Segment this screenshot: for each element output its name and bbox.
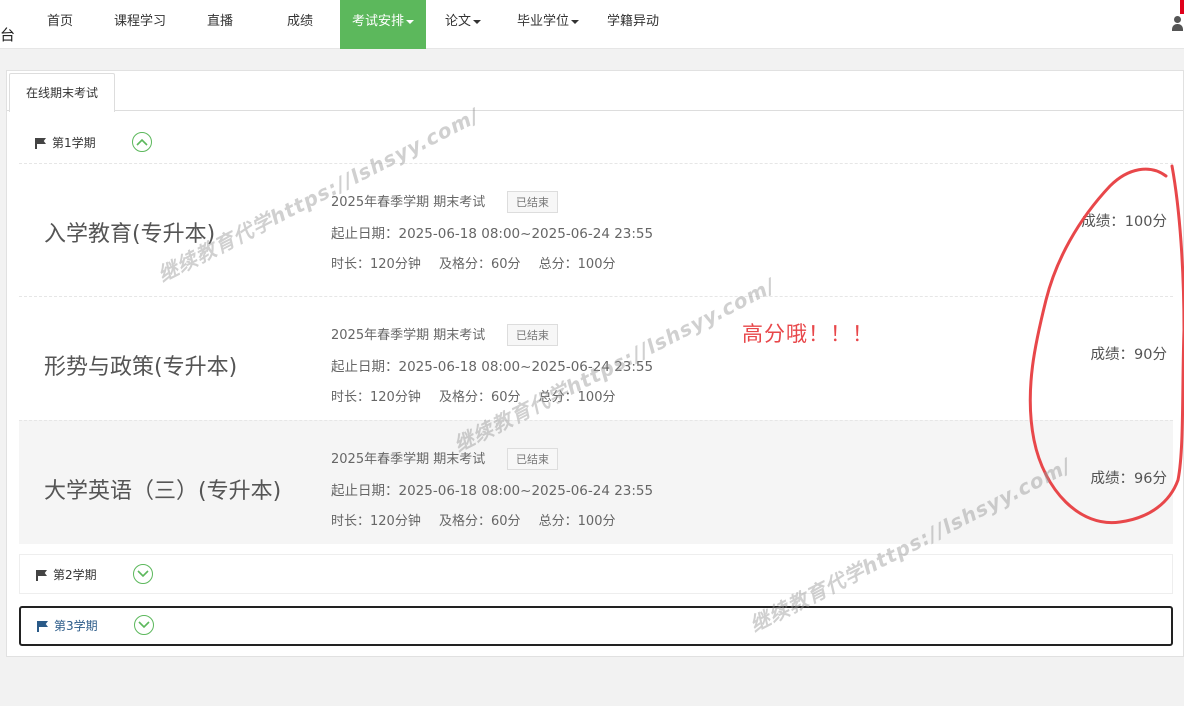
annotation-text: 高分哦！！！ (742, 322, 874, 346)
status-badge: 已结束 (507, 191, 558, 213)
top-nav: 台 首页 课程学习 直播 成绩 考试安排 论文 毕业学位 学籍异动 (0, 0, 1184, 49)
red-circle-annotation (1028, 164, 1184, 525)
chevron-down-circle-icon[interactable] (134, 615, 154, 635)
status-badge: 已结束 (507, 324, 558, 346)
chevron-down-circle-icon[interactable] (133, 564, 153, 584)
exam-total-score: 总分：100分 (538, 390, 616, 405)
exam-title: 2025年春季学期 期末考试 (331, 195, 486, 210)
caret-down-icon (406, 19, 414, 24)
exam-total-score: 总分：100分 (538, 514, 616, 529)
exam-title: 2025年春季学期 期末考试 (331, 328, 486, 343)
caret-down-icon (473, 19, 481, 24)
term-1-section: 第1学期 入学教育(专升本) 2025年春季学期 期末考试 已结束 起止日期：2… (19, 121, 1173, 545)
exam-meta: 时长：120分钟 及格分：60分 总分：100分 (331, 510, 629, 529)
term-label: 第3学期 (54, 619, 98, 633)
exam-meta: 时长：120分钟 及格分：60分 总分：100分 (331, 386, 629, 405)
nav-item-course-study[interactable]: 课程学习 (104, 0, 176, 49)
nav-item-thesis[interactable]: 论文 (438, 0, 488, 49)
term-2-section[interactable]: 第2学期 (19, 554, 1173, 594)
exam-duration: 时长：120分钟 (331, 514, 421, 529)
exam-pass-score: 及格分：60分 (438, 390, 521, 405)
course-row: 入学教育(专升本) 2025年春季学期 期末考试 已结束 起止日期：2025-0… (19, 163, 1173, 287)
term-3-section[interactable]: 第3学期 (19, 606, 1173, 646)
caret-down-icon (571, 19, 579, 24)
exam-total-score: 总分：100分 (538, 257, 616, 272)
course-row: 大学英语（三）(专升本) 2025年春季学期 期末考试 已结束 起止日期：202… (19, 420, 1173, 544)
course-row: 形势与政策(专升本) 2025年春季学期 期末考试 已结束 起止日期：2025-… (19, 296, 1173, 420)
tab-bar: 在线期末考试 (7, 71, 1183, 112)
course-name: 入学教育(专升本) (44, 222, 216, 247)
brand-title-fragment: 台 (0, 26, 16, 44)
exam-panel: 在线期末考试 第1学期 入学教育(专升本) 2025年春季学期 期末考试 已结束… (6, 70, 1184, 657)
exam-meta: 时长：120分钟 及格分：60分 总分：100分 (331, 253, 629, 272)
exam-duration: 时长：120分钟 (331, 390, 421, 405)
term-label: 第2学期 (53, 568, 97, 582)
exam-date: 起止日期：2025-06-18 08:00~2025-06-24 23:55 (331, 359, 654, 375)
nav-item-status-change[interactable]: 学籍异动 (600, 0, 666, 49)
exam-date: 起止日期：2025-06-18 08:00~2025-06-24 23:55 (331, 483, 654, 499)
nav-item-exam-schedule[interactable]: 考试安排 (340, 0, 426, 49)
exam-pass-score: 及格分：60分 (438, 514, 521, 529)
status-badge: 已结束 (507, 448, 558, 470)
exam-duration: 时长：120分钟 (331, 257, 421, 272)
chevron-up-circle-icon[interactable] (132, 132, 152, 152)
flag-icon (36, 570, 47, 581)
exam-pass-score: 及格分：60分 (438, 257, 521, 272)
nav-item-graduation-degree[interactable]: 毕业学位 (510, 0, 586, 49)
exam-date: 起止日期：2025-06-18 08:00~2025-06-24 23:55 (331, 226, 654, 242)
term-label: 第1学期 (52, 136, 96, 150)
user-icon[interactable] (1172, 16, 1183, 32)
course-name: 形势与政策(专升本) (44, 355, 238, 380)
nav-item-live[interactable]: 直播 (194, 0, 246, 49)
notification-marker (1180, 0, 1184, 14)
flag-icon (35, 138, 46, 149)
nav-item-grades[interactable]: 成绩 (274, 0, 326, 49)
term-header[interactable]: 第1学期 (19, 121, 1173, 163)
nav-item-home[interactable]: 首页 (34, 0, 86, 49)
course-name: 大学英语（三）(专升本) (44, 479, 282, 504)
exam-title: 2025年春季学期 期末考试 (331, 452, 486, 467)
flag-icon (37, 621, 48, 632)
tab-online-final-exam[interactable]: 在线期末考试 (9, 73, 115, 112)
